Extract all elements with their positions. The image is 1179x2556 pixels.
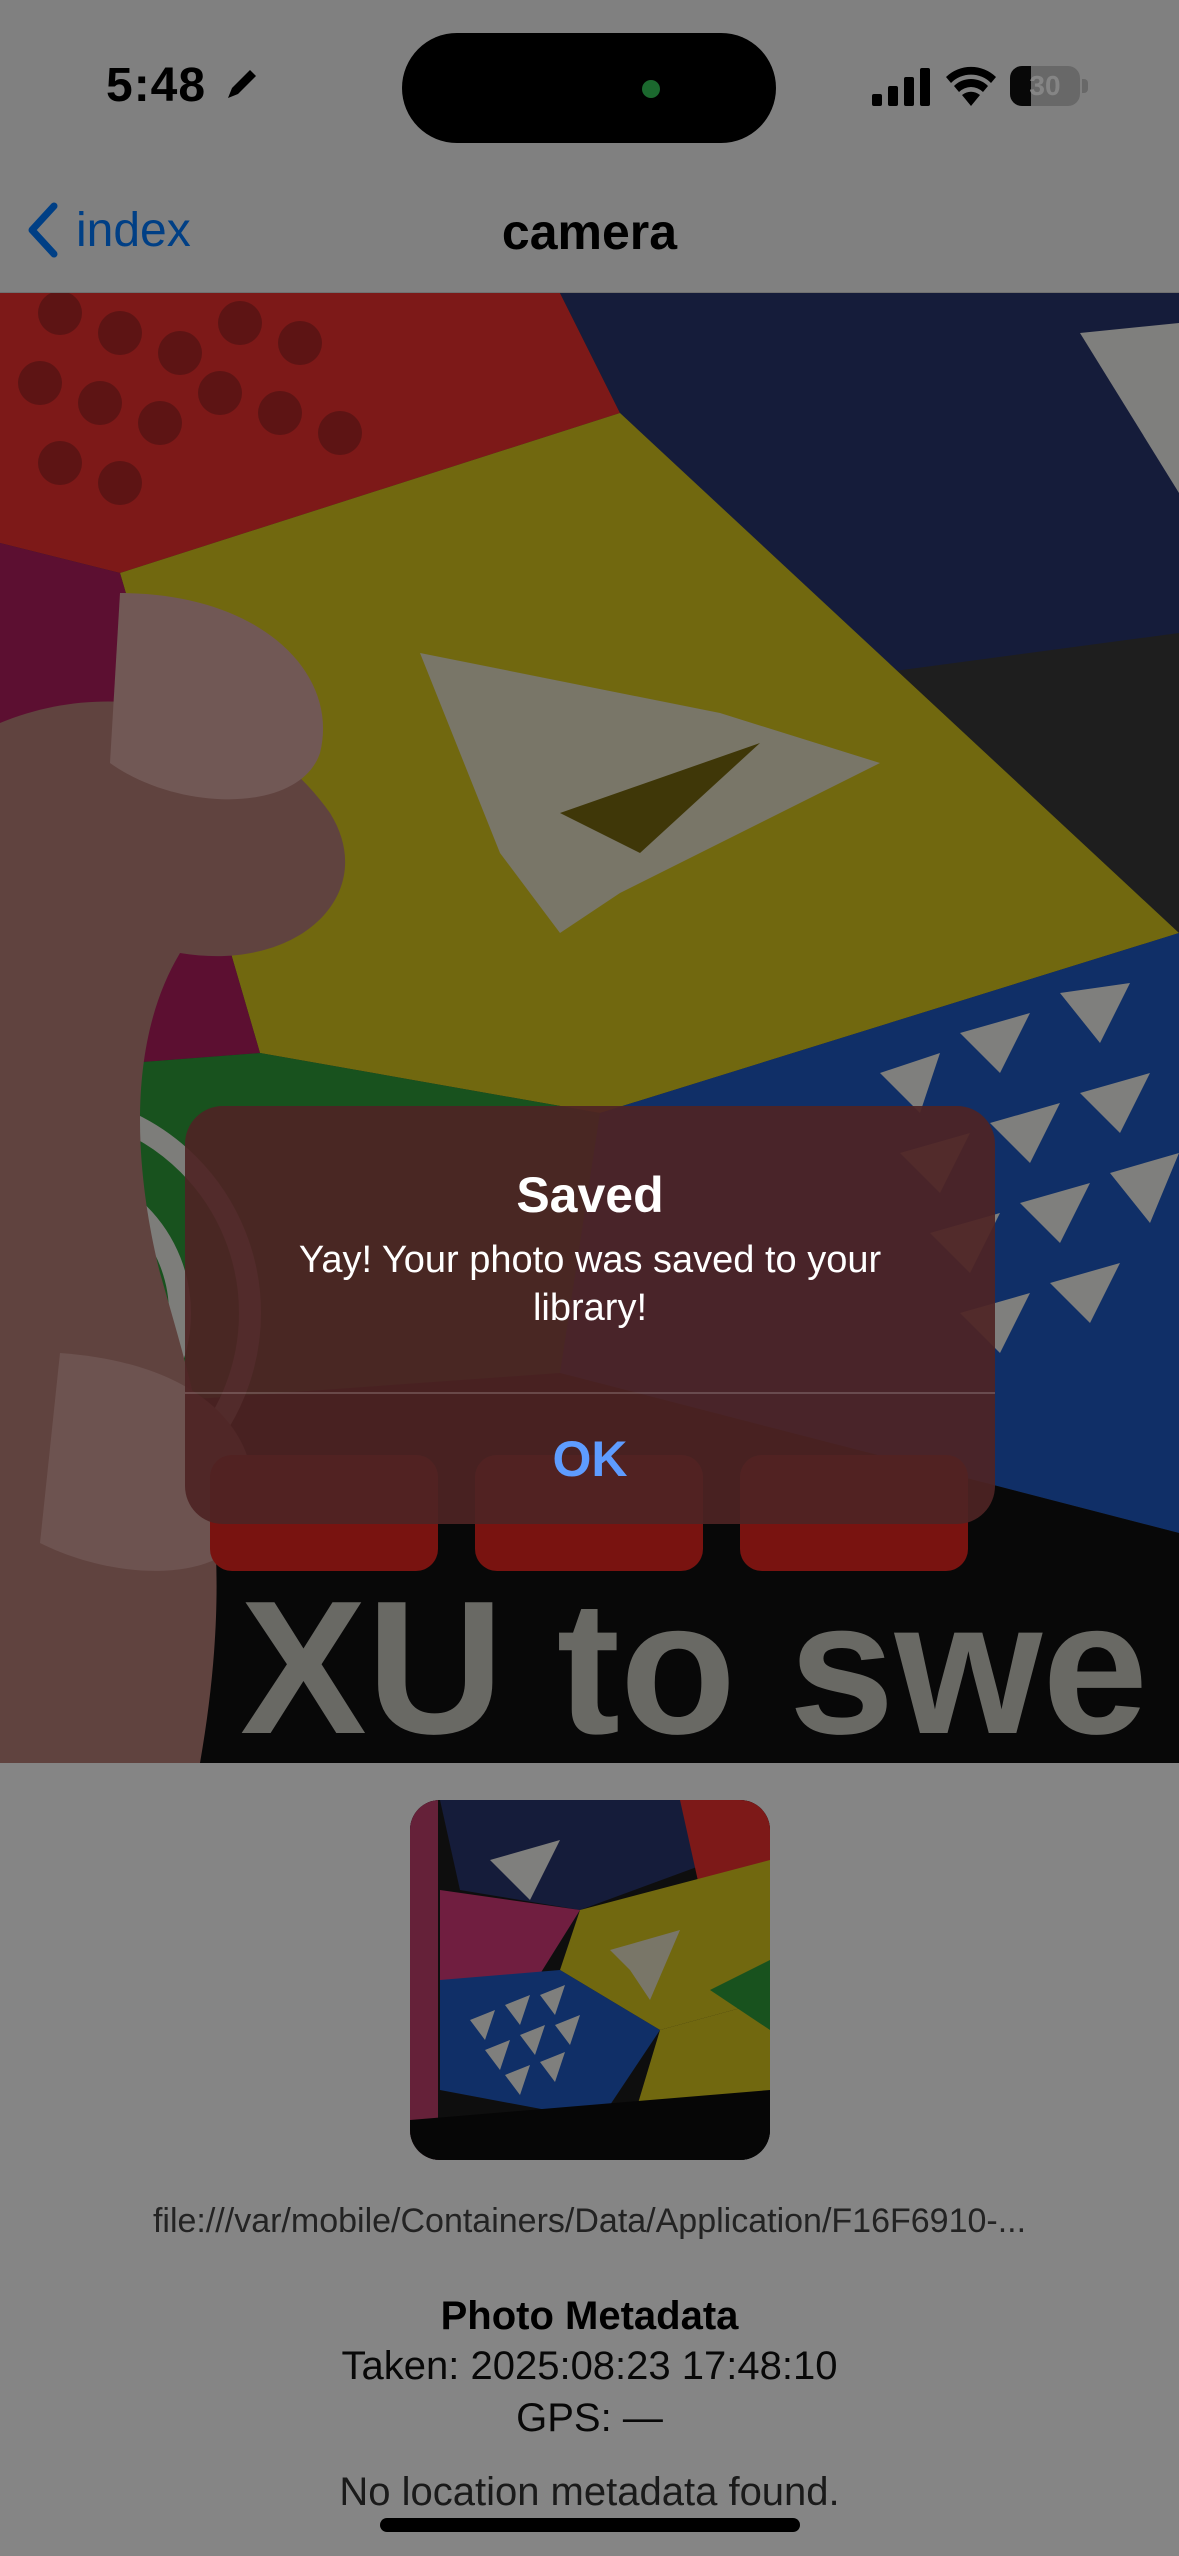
alert-ok-button[interactable]: OK [185,1394,995,1524]
saved-alert-dialog: Saved Yay! Your photo was saved to your … [185,1106,995,1524]
alert-title: Saved [516,1167,664,1223]
home-indicator [380,2518,800,2532]
alert-message: Yay! Your photo was saved to your librar… [298,1239,882,1329]
